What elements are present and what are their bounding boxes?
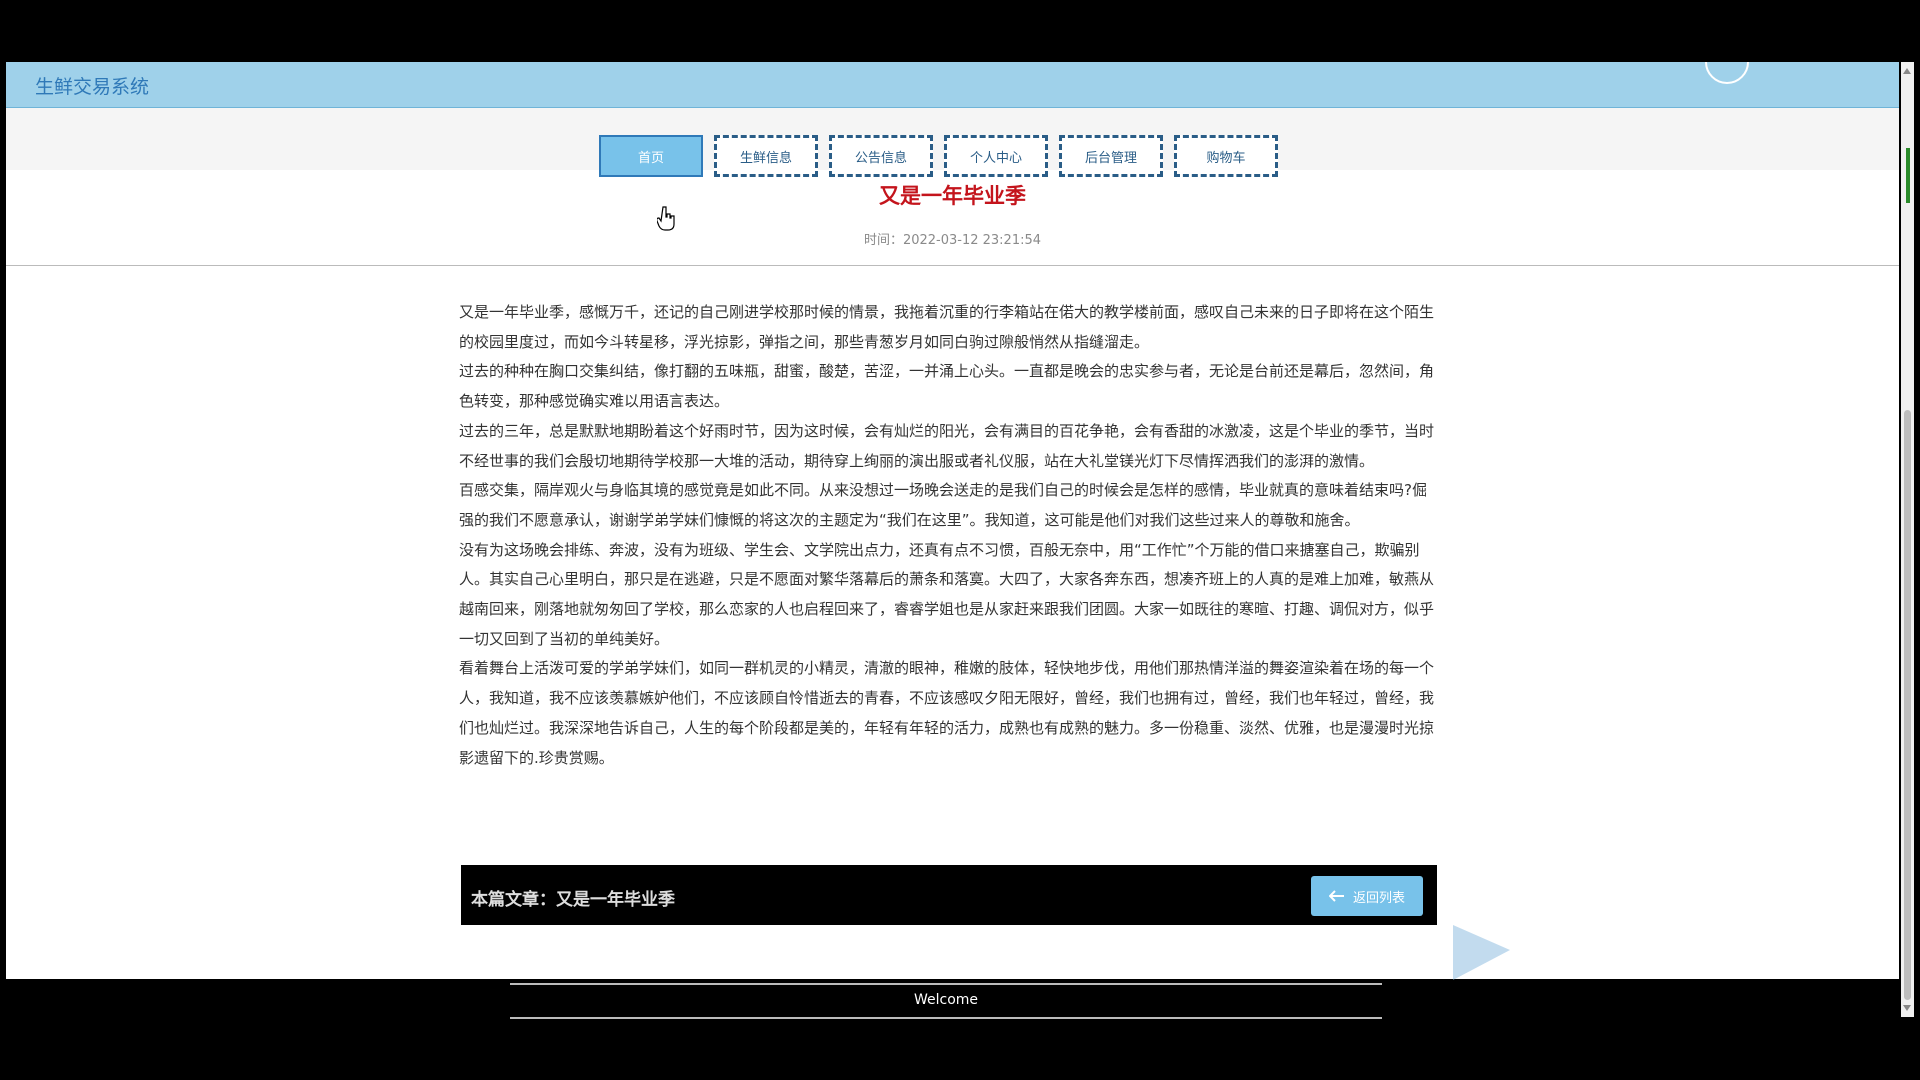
article-title: 又是一年毕业季 — [879, 184, 1026, 208]
main-nav: 首页 生鲜信息 公告信息 个人中心 后台管理 购物车 — [599, 135, 1278, 177]
nav-admin[interactable]: 后台管理 — [1059, 135, 1163, 177]
scroll-down-icon[interactable] — [1903, 1005, 1911, 1011]
avatar[interactable] — [1705, 62, 1749, 84]
current-article-label: 本篇文章：又是一年毕业季 — [471, 890, 675, 910]
article-paragraph: 过去的种种在胸口交集纠结，像打翻的五味瓶，甜蜜，酸楚，苦涩，一并涌上心头。一直都… — [459, 362, 1435, 411]
footer: Welcome — [510, 983, 1382, 1019]
article-footer-bar: 本篇文章：又是一年毕业季 返回列表 — [459, 863, 1439, 927]
nav-fresh-info[interactable]: 生鲜信息 — [714, 135, 818, 177]
divider — [6, 265, 1899, 266]
nav-cart[interactable]: 购物车 — [1174, 135, 1278, 177]
article-paragraph: 又是一年毕业季，感慨万千，还记的自己刚进学校那时候的情景，我拖着沉重的行李箱站在… — [459, 303, 1435, 351]
page: 生鲜交易系统 首页 生鲜信息 公告信息 个人中心 后台管理 购物车 又是一年毕业… — [6, 62, 1899, 979]
site-title[interactable]: 生鲜交易系统 — [35, 72, 149, 99]
article-paragraph: 没有为这场晚会排练、奔波，没有为班级、学生会、文学院出点力，还真有点不习惯，百般… — [459, 540, 1435, 648]
arrow-left-icon — [1328, 890, 1344, 902]
article-paragraph: 看着舞台上活泼可爱的学弟学妹们，如同一群机灵的小精灵，清澈的眼神，稚嫩的肢体，轻… — [459, 659, 1435, 767]
article-body: 又是一年毕业季，感慨万千，还记的自己刚进学校那时候的情景，我拖着沉重的行李箱站在… — [459, 298, 1439, 773]
article-paragraph: 过去的三年，总是默默地期盼着这个好雨时节，因为这时候，会有灿烂的阳光，会有满目的… — [459, 421, 1435, 470]
watermark-logo-icon — [1453, 925, 1510, 980]
back-button-label: 返回列表 — [1352, 890, 1405, 906]
nav-announcements[interactable]: 公告信息 — [829, 135, 933, 177]
nav-personal-center[interactable]: 个人中心 — [944, 135, 1048, 177]
scrollbar[interactable] — [1901, 62, 1914, 1017]
top-header: 生鲜交易系统 — [6, 62, 1899, 108]
back-to-list-button[interactable]: 返回列表 — [1311, 876, 1423, 916]
article-time: 时间：2022-03-12 23:21:54 — [863, 233, 1042, 248]
nav-home[interactable]: 首页 — [599, 135, 703, 177]
scroll-thumb[interactable] — [1904, 410, 1911, 1000]
scroll-indicator — [1906, 148, 1910, 203]
article-paragraph: 百感交集，隔岸观火与身临其境的感觉竟是如此不同。从来没想过一场晚会送走的是我们自… — [459, 481, 1427, 529]
footer-text: Welcome — [913, 992, 979, 1008]
scroll-up-icon[interactable] — [1903, 68, 1911, 74]
